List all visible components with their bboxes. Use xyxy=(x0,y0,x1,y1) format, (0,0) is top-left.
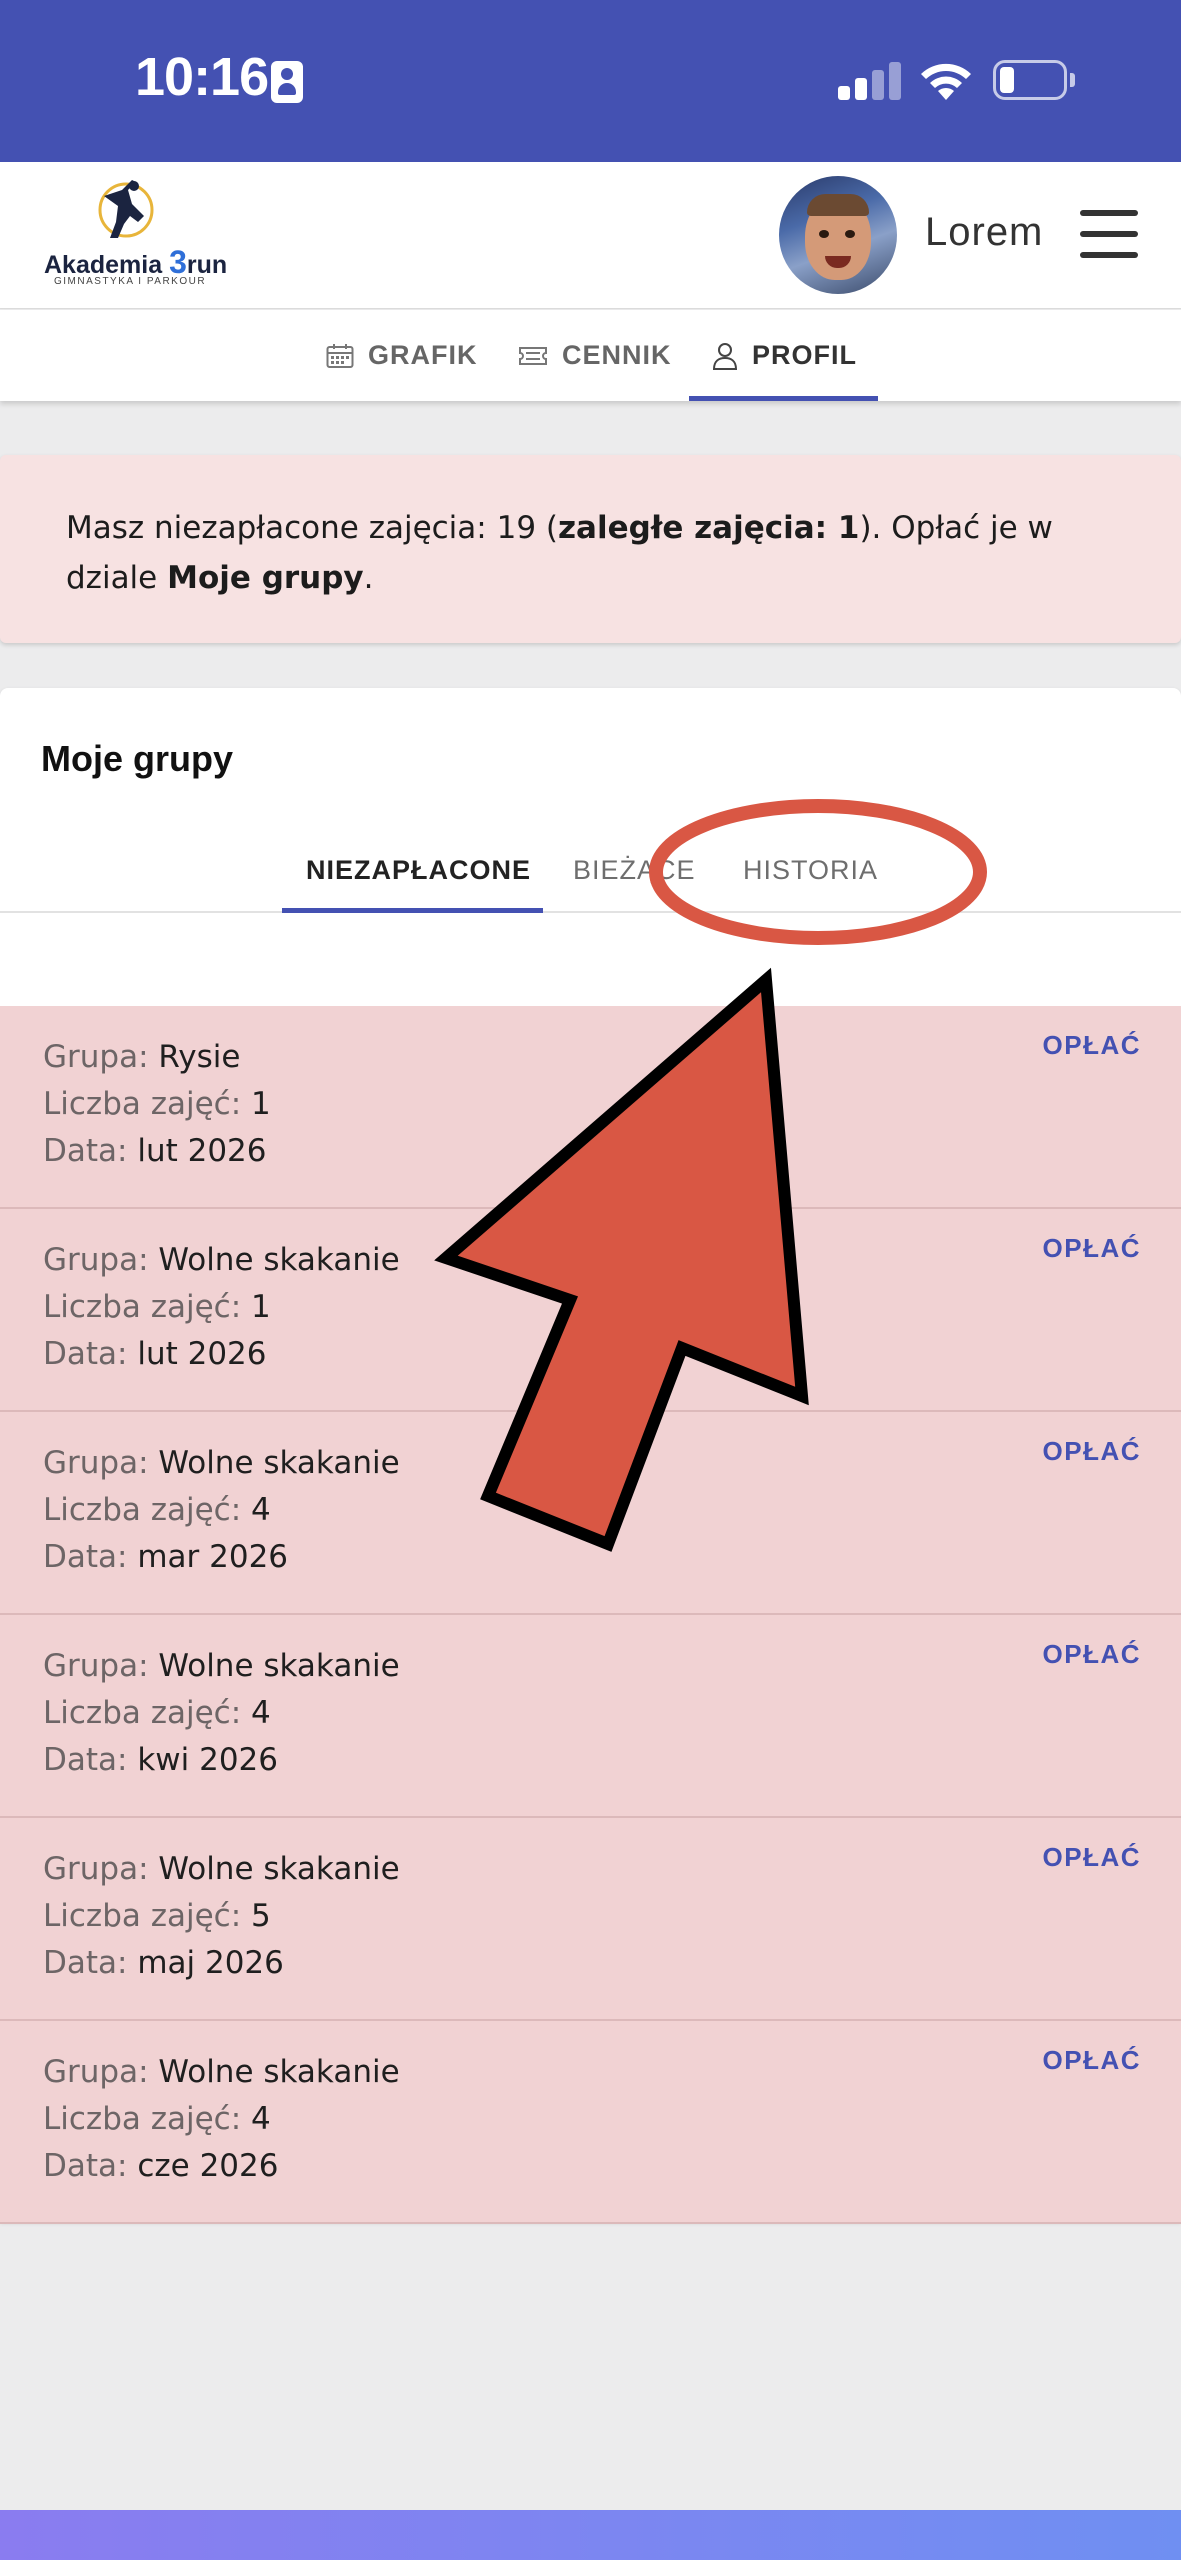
wifi-icon xyxy=(921,63,971,100)
logo[interactable]: Akademia 3run GIMNASTYKA I PARKOUR xyxy=(40,176,227,291)
pay-button[interactable]: OPŁAĆ xyxy=(1043,1436,1142,1467)
gymnast-logo-icon xyxy=(98,180,154,238)
class-count: 4 xyxy=(251,2101,271,2137)
cellular-signal-icon xyxy=(838,62,901,100)
nav-tab-label: PROFIL xyxy=(752,340,857,370)
tab-history[interactable]: HISTORIA xyxy=(743,828,878,913)
pay-button[interactable]: OPŁAĆ xyxy=(1043,1030,1142,1061)
calendar-icon xyxy=(326,343,354,368)
class-count: 5 xyxy=(251,1898,271,1934)
group-name: Wolne skakanie xyxy=(158,1242,400,1278)
hamburger-menu-icon[interactable] xyxy=(1080,210,1138,258)
class-count: 4 xyxy=(251,1695,271,1731)
date-value: cze 2026 xyxy=(137,2148,279,2184)
tab-current[interactable]: BIEŻĄCE xyxy=(573,828,696,913)
bottom-bar xyxy=(0,2510,1181,2560)
groups-tabs: NIEZAPŁACONE BIEŻĄCE HISTORIA xyxy=(0,828,1181,913)
class-count: 1 xyxy=(251,1289,271,1325)
my-groups-link[interactable]: Moje grupy xyxy=(167,560,364,596)
section-title: Moje grupy xyxy=(41,738,234,779)
status-bar: 10:16 xyxy=(0,0,1181,162)
group-name: Wolne skakanie xyxy=(158,1648,400,1684)
user-name[interactable]: Lorem xyxy=(925,210,1043,255)
group-name: Wolne skakanie xyxy=(158,1445,400,1481)
my-groups-card: Moje grupy NIEZAPŁACONE BIEŻĄCE HISTORIA… xyxy=(0,688,1181,2224)
top-nav: GRAFIK CENNIK PROFIL xyxy=(0,310,1181,401)
date-value: kwi 2026 xyxy=(137,1742,278,1778)
list-item: Grupa: Wolne skakanie Liczba zajęć: 4 Da… xyxy=(0,1615,1181,1818)
group-name: Wolne skakanie xyxy=(158,2054,400,2090)
class-count: 4 xyxy=(251,1492,271,1528)
logo-subtitle: GIMNASTYKA I PARKOUR xyxy=(54,276,207,287)
unpaid-alert: Masz niezapłacone zajęcia: 19 (zaległe z… xyxy=(0,455,1181,643)
avatar[interactable] xyxy=(779,176,897,294)
list-item: Grupa: Wolne skakanie Liczba zajęć: 1 Da… xyxy=(0,1209,1181,1412)
battery-icon xyxy=(993,60,1075,100)
nav-active-indicator xyxy=(689,396,878,401)
group-name: Rysie xyxy=(158,1039,241,1075)
date-value: maj 2026 xyxy=(137,1945,284,1981)
pay-button[interactable]: OPŁAĆ xyxy=(1043,1639,1142,1670)
ticket-icon xyxy=(519,346,547,365)
nav-tab-grafik[interactable]: GRAFIK xyxy=(326,310,478,401)
pay-button[interactable]: OPŁAĆ xyxy=(1043,1842,1142,1873)
date-value: lut 2026 xyxy=(137,1336,267,1372)
app-header: Akademia 3run GIMNASTYKA I PARKOUR Lorem xyxy=(0,162,1181,309)
status-time: 10:16 xyxy=(135,47,269,107)
nav-tab-label: CENNIK xyxy=(562,340,672,370)
list-item: Grupa: Wolne skakanie Liczba zajęć: 5 Da… xyxy=(0,1818,1181,2021)
contact-card-icon xyxy=(271,61,303,103)
unpaid-list: Grupa: Rysie Liczba zajęć: 1 Data: lut 2… xyxy=(0,1006,1181,2224)
class-count: 1 xyxy=(251,1086,271,1122)
user-icon xyxy=(712,342,738,370)
date-value: lut 2026 xyxy=(137,1133,267,1169)
nav-tab-label: GRAFIK xyxy=(368,340,478,370)
list-item: Grupa: Rysie Liczba zajęć: 1 Data: lut 2… xyxy=(0,1006,1181,1209)
nav-tab-cennik[interactable]: CENNIK xyxy=(518,310,672,401)
pay-button[interactable]: OPŁAĆ xyxy=(1043,1233,1142,1264)
list-item: Grupa: Wolne skakanie Liczba zajęć: 4 Da… xyxy=(0,2021,1181,2224)
overdue-count: zaległe zajęcia: 1 xyxy=(558,510,860,546)
tab-unpaid[interactable]: NIEZAPŁACONE xyxy=(306,828,531,913)
list-item: Grupa: Wolne skakanie Liczba zajęć: 4 Da… xyxy=(0,1412,1181,1615)
group-name: Wolne skakanie xyxy=(158,1851,400,1887)
date-value: mar 2026 xyxy=(137,1539,289,1575)
pay-button[interactable]: OPŁAĆ xyxy=(1043,2045,1142,2076)
tab-active-indicator xyxy=(282,908,543,913)
nav-tab-profil[interactable]: PROFIL xyxy=(712,310,857,401)
